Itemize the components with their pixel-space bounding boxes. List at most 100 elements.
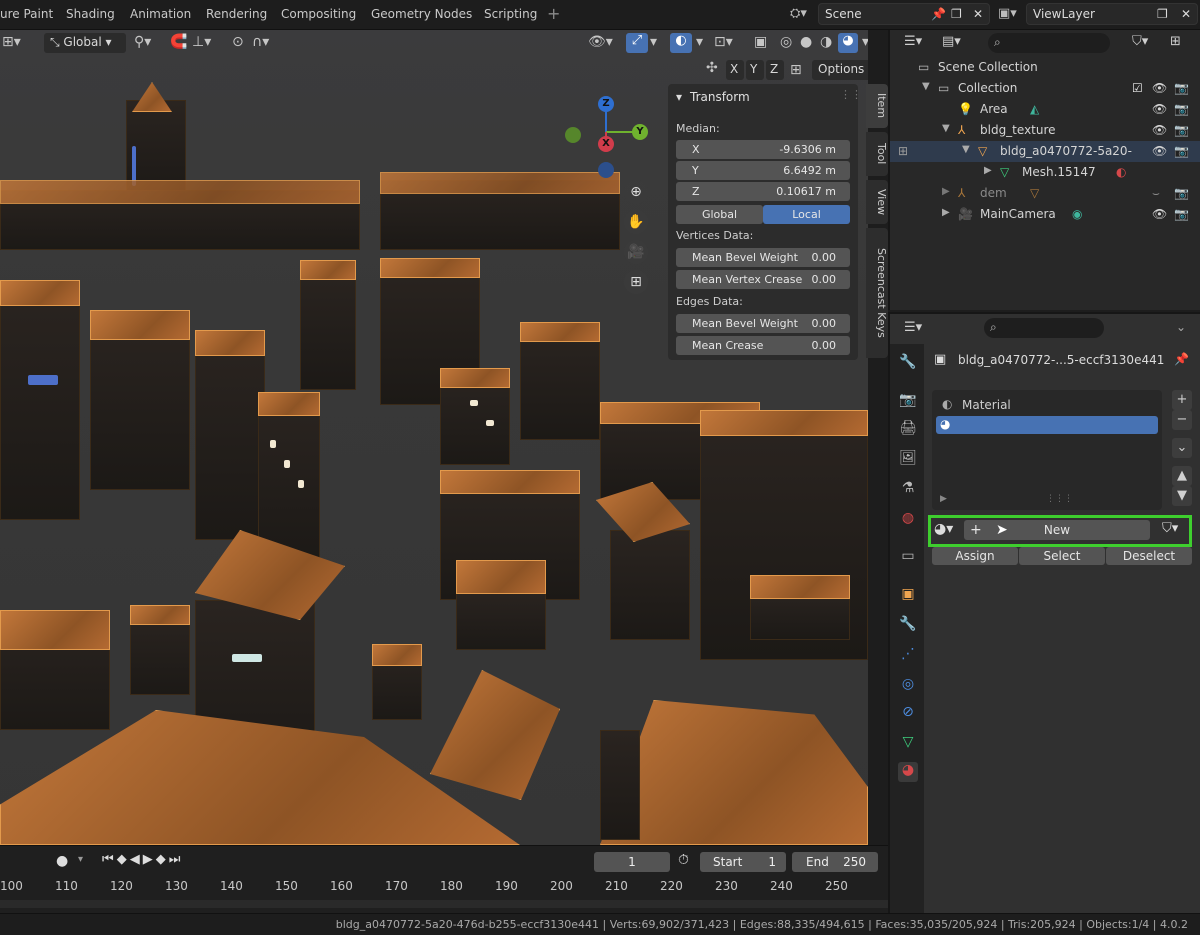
transform-orientation-dropdown[interactable]: ⤡ Global ▾ [44, 33, 126, 53]
expand-icon[interactable]: ▼ [942, 123, 950, 134]
add-workspace-icon[interactable]: + [547, 4, 560, 23]
collapse-icon[interactable]: ▾ [676, 90, 682, 104]
world-tab-icon[interactable]: ◍ [898, 510, 918, 530]
gizmo-neg-z-axis[interactable] [598, 162, 614, 178]
zoom-icon[interactable]: ⊕ [624, 180, 648, 204]
chevron-down-icon[interactable]: ▾ [696, 34, 703, 50]
chevron-down-icon[interactable]: ▾ [650, 34, 657, 50]
pin-icon[interactable]: 📌 [1174, 352, 1189, 366]
deselect-button[interactable]: Deselect [1106, 547, 1192, 565]
select-button[interactable]: Select [1019, 547, 1105, 565]
modifiers-tab-icon[interactable]: 🔧 [898, 616, 918, 636]
mirror-z-button[interactable]: Z [766, 60, 784, 80]
camera-icon[interactable]: 📷 [1174, 102, 1189, 116]
outliner-item-main-camera[interactable]: ▶ 🎥 MainCamera ◉ 👁 📷 [890, 204, 1200, 225]
outliner-item-mesh[interactable]: ▶ ▽ Mesh.15147 ◐ [890, 162, 1200, 183]
expand-icon[interactable]: ▶ [940, 494, 947, 504]
output-tab-icon[interactable]: 🖨 [898, 420, 918, 440]
properties-search-input[interactable]: ⌕ [984, 318, 1104, 338]
camera-view-icon[interactable]: 🎥 [624, 240, 648, 264]
editor-type-icon[interactable]: ☰▾ [904, 320, 922, 335]
snap-icon[interactable]: 🧲 [170, 34, 187, 50]
camera-icon[interactable]: 📷 [1174, 81, 1189, 95]
gizmo-z-axis[interactable]: Z [598, 96, 614, 112]
current-frame-field[interactable]: 1 [594, 852, 670, 872]
gizmo-x-axis[interactable]: X [598, 136, 614, 152]
rendered-shading-icon[interactable]: ◕ [838, 33, 858, 53]
gizmo-y-axis[interactable]: Y [632, 124, 648, 140]
tab-geometry-nodes[interactable]: Geometry Nodes [371, 7, 472, 21]
active-material-slot[interactable]: ◕ [936, 416, 1158, 434]
tab-texture-paint[interactable]: ure Paint [0, 7, 53, 21]
median-y-field[interactable]: Y 6.6492 m [676, 161, 850, 180]
checkbox-icon[interactable]: ☑ [1132, 81, 1143, 95]
wireframe-shading-icon[interactable]: ◎ [780, 34, 792, 50]
eye-icon[interactable]: 👁 [1152, 123, 1167, 137]
ortho-grid-icon[interactable]: ⊞ [624, 270, 648, 294]
outliner-item-scene-collection[interactable]: ▭ Scene Collection [890, 57, 1200, 78]
mirror-icon[interactable]: ✣ [706, 60, 718, 76]
move-slot-down-button[interactable]: ▼ [1172, 486, 1192, 506]
global-toggle[interactable]: Global [676, 205, 763, 224]
timeline-scrollbar[interactable] [0, 900, 888, 908]
expand-icon[interactable]: ▶ [942, 207, 950, 218]
node-link-icon[interactable]: ⛉▾ [1162, 521, 1178, 536]
local-toggle[interactable]: Local [763, 205, 850, 224]
scene-icon[interactable]: ⛭▾ [790, 6, 807, 21]
tab-view[interactable]: View [866, 180, 888, 224]
outliner-item-area[interactable]: 💡 Area ◭ 👁 📷 [890, 99, 1200, 120]
expand-icon[interactable]: ▶ [942, 186, 950, 197]
proportional-edit-icon[interactable]: ⊙ [232, 34, 244, 50]
add-slot-button[interactable]: + [1172, 390, 1192, 410]
filter-icon[interactable]: ⛉▾ [1132, 34, 1148, 49]
slot-menu-button[interactable]: ⌄ [1172, 438, 1192, 458]
camera-icon[interactable]: 📷 [1174, 186, 1189, 200]
mirror-x-button[interactable]: X [726, 60, 744, 80]
data-tab-icon[interactable]: ▽ [898, 734, 918, 754]
tab-screencast-keys[interactable]: Screencast Keys [866, 228, 888, 358]
gizmo-toggle-icon[interactable]: ⤢ [626, 33, 648, 53]
overlays-toggle-icon[interactable]: ◐ [670, 33, 692, 53]
falloff-icon[interactable]: ∩▾ [252, 34, 269, 50]
edit-mode-icon[interactable]: ⊞ [898, 144, 908, 158]
move-slot-up-button[interactable]: ▲ [1172, 466, 1192, 486]
tab-tool[interactable]: Tool [866, 132, 888, 176]
keyframe-record-icon[interactable]: ● [56, 853, 68, 869]
assign-button[interactable]: Assign [932, 547, 1018, 565]
tab-shading[interactable]: Shading [66, 7, 115, 21]
browse-material-icon[interactable]: ◕▾ [934, 521, 953, 537]
median-x-field[interactable]: X -9.6306 m [676, 140, 850, 159]
mean-crease-field[interactable]: Mean Crease 0.00 [676, 336, 850, 355]
eye-icon[interactable]: 👁 [1152, 207, 1167, 221]
expand-icon[interactable]: ▼ [922, 81, 930, 92]
mean-bevel-weight-vertex-field[interactable]: Mean Bevel Weight 0.00 [676, 248, 850, 267]
median-z-field[interactable]: Z 0.10617 m [676, 182, 850, 201]
material-tab-icon[interactable]: ◕ [898, 762, 918, 782]
mirror-y-button[interactable]: Y [746, 60, 764, 80]
display-mode-icon[interactable]: ▤▾ [942, 34, 961, 49]
object-tab-icon[interactable]: ▣ [898, 586, 918, 606]
end-frame-field[interactable]: End 250 [792, 852, 878, 872]
view-layer-selector[interactable]: ViewLayer ❐ ✕ [1026, 3, 1198, 25]
outliner-item-dem[interactable]: ▶ ⅄ dem ▽ ⌣ 📷 [890, 183, 1200, 204]
new-material-button[interactable]: + ➤ New [964, 520, 1150, 540]
chevron-down-icon[interactable]: ▾ [78, 854, 83, 865]
tab-item[interactable]: Item [866, 84, 888, 128]
playback-controls-icon[interactable]: ⏮◆◀▶◆⏭ [102, 852, 183, 867]
outliner-item-bldg-texture[interactable]: ▼ ⅄ bldg_texture 👁 📷 [890, 120, 1200, 141]
start-frame-field[interactable]: Start 1 [700, 852, 786, 872]
material-shading-icon[interactable]: ◑ [820, 34, 832, 50]
material-slot-list[interactable]: ◐ Material ◕ ▶ ⋮⋮⋮ [932, 390, 1162, 510]
camera-icon[interactable]: 📷 [1174, 144, 1189, 158]
tab-scripting[interactable]: Scripting [484, 7, 537, 21]
camera-icon[interactable]: 📷 [1174, 207, 1189, 221]
options-dropdown[interactable]: Options ▾ [812, 60, 868, 80]
mean-vertex-crease-field[interactable]: Mean Vertex Crease 0.00 [676, 270, 850, 289]
expand-icon[interactable]: ▼ [962, 144, 970, 155]
mean-bevel-weight-edge-field[interactable]: Mean Bevel Weight 0.00 [676, 314, 850, 333]
scene-selector[interactable]: Scene 📌 ❐ ✕ [818, 3, 990, 25]
pan-hand-icon[interactable]: ✋ [624, 210, 648, 234]
object-mode-icon[interactable]: ⊞▾ [2, 34, 21, 50]
scene-tab-icon[interactable]: ⚗ [898, 480, 918, 500]
auto-merge-icon[interactable]: ⊞ [790, 62, 802, 78]
